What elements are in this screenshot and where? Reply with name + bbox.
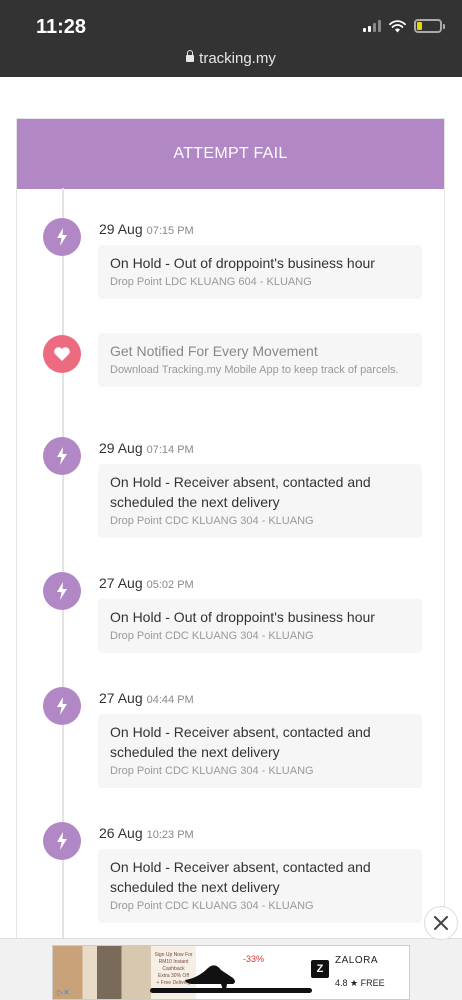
cellular-signal-icon (363, 20, 381, 32)
event-details: On Hold - Out of droppoint's business ho… (98, 245, 422, 299)
event-location: Drop Point CDC KLUANG 304 - KLUANG (110, 900, 314, 912)
ad-promo-line: Sign Up Now For (154, 952, 193, 958)
event-title: On Hold - Receiver absent, contacted and… (110, 474, 371, 510)
adchoices-icon[interactable]: ▷✕ (57, 988, 70, 997)
event-dot (43, 218, 81, 256)
event-dot (43, 822, 81, 860)
status-icons (363, 19, 445, 33)
shoe-image-icon (185, 965, 235, 990)
bolt-icon (57, 447, 67, 465)
lock-icon (186, 50, 195, 62)
event-date: 29 Aug 07:14 PM (99, 440, 194, 456)
event-details: On Hold - Receiver absent, contacted and… (98, 849, 422, 923)
status-header: ATTEMPT FAIL (17, 119, 444, 189)
promo-title: Get Notified For Every Movement (110, 343, 318, 359)
promo-text: Download Tracking.my Mobile App to keep … (110, 364, 399, 376)
url-bar[interactable]: tracking.my (0, 50, 462, 67)
bolt-icon (57, 582, 67, 600)
event-date: 27 Aug 04:44 PM (99, 690, 194, 706)
wifi-icon (389, 19, 406, 32)
heart-icon (54, 347, 70, 361)
event-details: On Hold - Receiver absent, contacted and… (98, 464, 422, 538)
event-details: On Hold - Receiver absent, contacted and… (98, 714, 422, 788)
event-title: On Hold - Receiver absent, contacted and… (110, 859, 371, 895)
event-dot (43, 437, 81, 475)
event-location: Drop Point CDC KLUANG 304 - KLUANG (110, 515, 314, 527)
event-details: On Hold - Out of droppoint's business ho… (98, 599, 422, 653)
zalora-logo-icon: Z (311, 960, 329, 978)
event-location: Drop Point CDC KLUANG 304 - KLUANG (110, 630, 314, 642)
event-date: 29 Aug 07:15 PM (99, 221, 194, 237)
url-text: tracking.my (199, 50, 276, 67)
close-icon (434, 916, 448, 930)
event-location: Drop Point LDC KLUANG 604 - KLUANG (110, 276, 312, 288)
promo-dot (43, 335, 81, 373)
ad-brand: ZALORA (335, 955, 379, 966)
promo-box[interactable]: Get Notified For Every Movement Download… (98, 333, 422, 387)
battery-icon (414, 19, 445, 33)
bolt-icon (57, 228, 67, 246)
event-title: On Hold - Receiver absent, contacted and… (110, 724, 371, 760)
event-date: 26 Aug 10:23 PM (99, 825, 194, 841)
bolt-icon (57, 697, 67, 715)
event-date: 27 Aug 05:02 PM (99, 575, 194, 591)
event-title: On Hold - Out of droppoint's business ho… (110, 255, 375, 271)
ad-discount: -33% (243, 954, 265, 964)
close-ad-button[interactable] (424, 906, 458, 940)
bolt-icon (57, 832, 67, 850)
event-dot (43, 572, 81, 610)
ad-rating: 4.8 ★ FREE (335, 978, 385, 988)
home-indicator (150, 988, 312, 993)
event-location: Drop Point CDC KLUANG 304 - KLUANG (110, 765, 314, 777)
status-time: 11:28 (36, 16, 87, 38)
event-title: On Hold - Out of droppoint's business ho… (110, 609, 375, 625)
event-dot (43, 687, 81, 725)
status-bar: 11:28 tracking.my (0, 0, 462, 77)
